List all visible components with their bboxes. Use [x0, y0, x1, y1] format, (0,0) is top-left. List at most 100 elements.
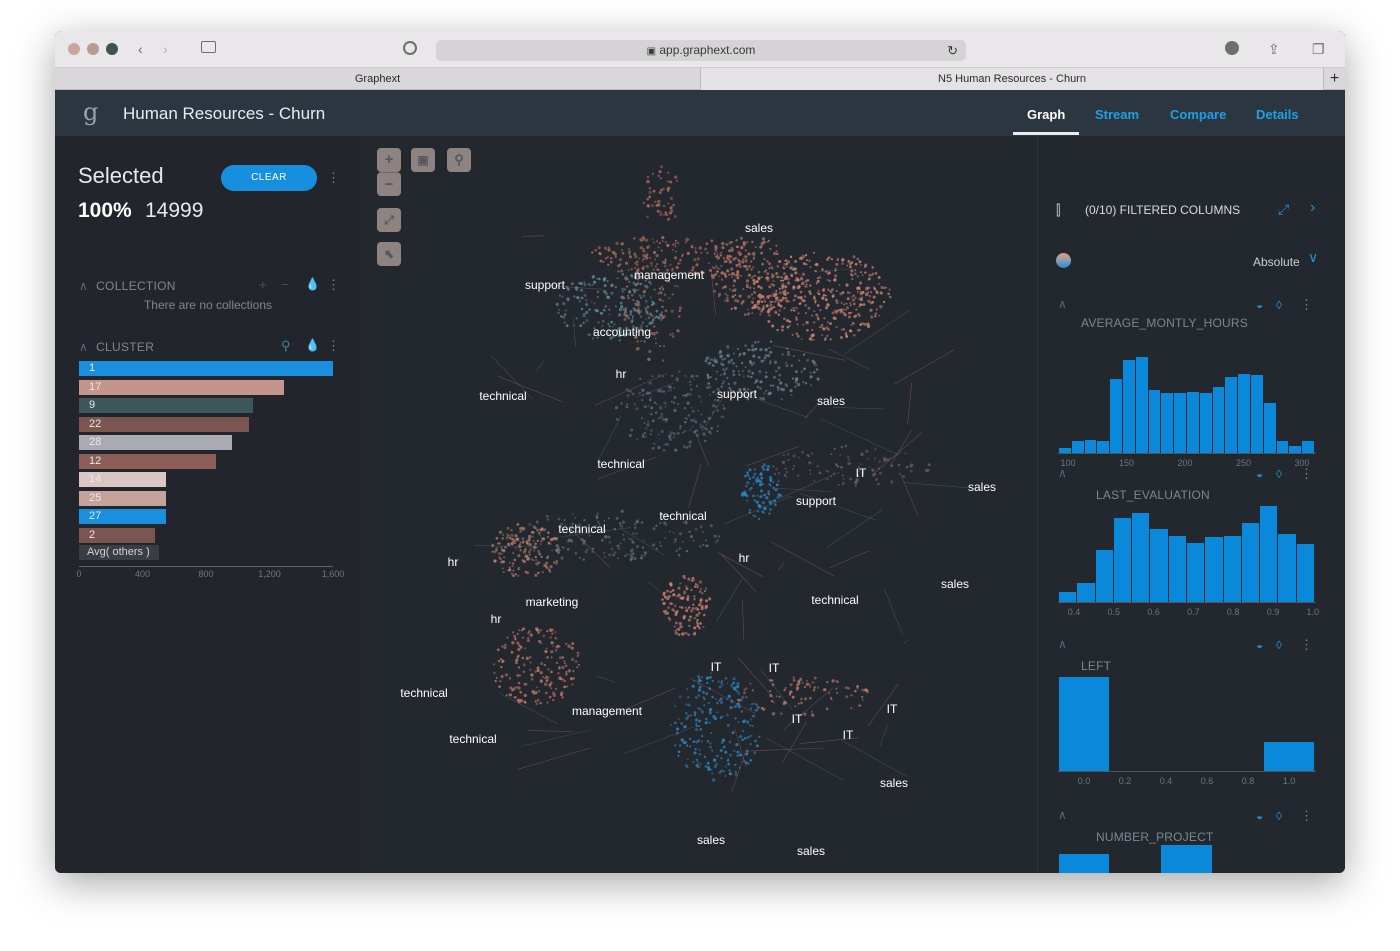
graph-node[interactable]: [567, 669, 572, 673]
graph-node[interactable]: [841, 474, 844, 477]
forward-icon[interactable]: ›: [163, 39, 168, 59]
graph-node[interactable]: [726, 713, 729, 717]
graph-node[interactable]: [670, 400, 673, 403]
graph-node[interactable]: [818, 275, 822, 279]
graph-node[interactable]: [517, 566, 520, 569]
graph-node[interactable]: [849, 302, 852, 305]
graph-node[interactable]: [602, 309, 605, 312]
graph-node[interactable]: [777, 303, 781, 307]
graph-node[interactable]: [733, 288, 737, 292]
graph-node[interactable]: [788, 324, 791, 327]
graph-node[interactable]: [769, 350, 773, 354]
graph-node[interactable]: [534, 555, 538, 559]
graph-node[interactable]: [667, 171, 670, 174]
graph-node[interactable]: [545, 679, 549, 682]
graph-node[interactable]: [496, 648, 500, 652]
graph-node[interactable]: [502, 571, 505, 574]
graph-node[interactable]: [721, 684, 724, 687]
graph-node[interactable]: [835, 290, 838, 292]
graph-node[interactable]: [629, 559, 632, 562]
graph-node[interactable]: [747, 264, 751, 269]
graph-node[interactable]: [759, 489, 764, 493]
graph-node[interactable]: [693, 585, 697, 588]
graph-node[interactable]: [708, 745, 712, 749]
graph-node[interactable]: [655, 403, 658, 405]
graph-node[interactable]: [690, 406, 693, 409]
graph-node[interactable]: [627, 317, 631, 320]
graph-node[interactable]: [861, 695, 864, 699]
graph-node[interactable]: [664, 405, 667, 408]
graph-node[interactable]: [678, 622, 682, 626]
graph-node[interactable]: [660, 311, 663, 314]
graph-node[interactable]: [796, 382, 801, 387]
graph-node[interactable]: [849, 477, 853, 481]
graph-node[interactable]: [758, 370, 762, 374]
graph-node[interactable]: [493, 559, 497, 563]
graph-node[interactable]: [676, 627, 681, 631]
graph-node[interactable]: [530, 673, 534, 677]
graph-node[interactable]: [617, 557, 620, 560]
graph-node[interactable]: [699, 708, 702, 711]
graph-node[interactable]: [675, 549, 679, 552]
graph-node[interactable]: [879, 291, 883, 295]
histogram-bar[interactable]: [1186, 542, 1205, 602]
graph-node[interactable]: [498, 557, 502, 561]
graph-node[interactable]: [608, 308, 611, 311]
graph-node[interactable]: [770, 265, 773, 269]
graph-node[interactable]: [781, 460, 786, 464]
graph-node[interactable]: [620, 305, 624, 309]
graph-node[interactable]: [518, 674, 521, 677]
graph-node[interactable]: [660, 390, 664, 393]
histogram-title[interactable]: AVERAGE_MONTLY_HOURS: [1081, 316, 1248, 330]
graph-node[interactable]: [569, 539, 574, 543]
graph-node[interactable]: [767, 391, 772, 395]
graph-node[interactable]: [671, 608, 675, 612]
graph-node[interactable]: [646, 305, 650, 309]
graph-node[interactable]: [869, 290, 873, 294]
graph-node[interactable]: [723, 285, 728, 289]
graph-node[interactable]: [634, 254, 638, 259]
graph-node[interactable]: [693, 579, 695, 582]
histogram-bar[interactable]: [1112, 518, 1132, 602]
graph-node[interactable]: [591, 283, 594, 286]
graph-node[interactable]: [567, 644, 571, 648]
graph-node[interactable]: [532, 525, 536, 529]
graph-node[interactable]: [642, 257, 646, 261]
graph-node[interactable]: [590, 300, 593, 303]
graph-node[interactable]: [756, 705, 760, 709]
graph-node[interactable]: [808, 683, 811, 686]
graph-node[interactable]: [753, 274, 756, 277]
graph-node[interactable]: [821, 268, 824, 272]
graph-node[interactable]: [561, 656, 565, 659]
graph-node[interactable]: [694, 696, 698, 700]
graph-node[interactable]: [878, 314, 881, 317]
graph-node[interactable]: [557, 517, 561, 521]
graph-node[interactable]: [655, 547, 658, 550]
graph-node[interactable]: [651, 446, 655, 450]
graph-node[interactable]: [776, 328, 779, 332]
graph-node[interactable]: [716, 754, 719, 758]
graph-node[interactable]: [761, 482, 764, 486]
graph-node[interactable]: [627, 296, 630, 300]
graph-node[interactable]: [666, 180, 670, 183]
graph-node[interactable]: [695, 758, 699, 762]
graph-node[interactable]: [875, 289, 878, 293]
graph-node[interactable]: [610, 320, 613, 324]
graph-node[interactable]: [868, 273, 872, 277]
graph-node[interactable]: [735, 743, 739, 747]
graph-node[interactable]: [846, 297, 850, 301]
graph-node[interactable]: [559, 693, 563, 697]
graph-node[interactable]: [777, 301, 780, 304]
graph-node[interactable]: [592, 280, 597, 284]
graph-node[interactable]: [520, 529, 524, 532]
graph-node[interactable]: [798, 302, 801, 305]
graph-node[interactable]: [717, 535, 721, 538]
graph-node[interactable]: [860, 263, 862, 266]
graph-node[interactable]: [766, 310, 770, 314]
graph-node[interactable]: [854, 314, 858, 318]
graph-node[interactable]: [752, 714, 755, 718]
graph-node[interactable]: [806, 679, 808, 682]
graph-node[interactable]: [749, 724, 752, 727]
graph-node[interactable]: [834, 274, 838, 278]
graph-node[interactable]: [717, 295, 720, 298]
